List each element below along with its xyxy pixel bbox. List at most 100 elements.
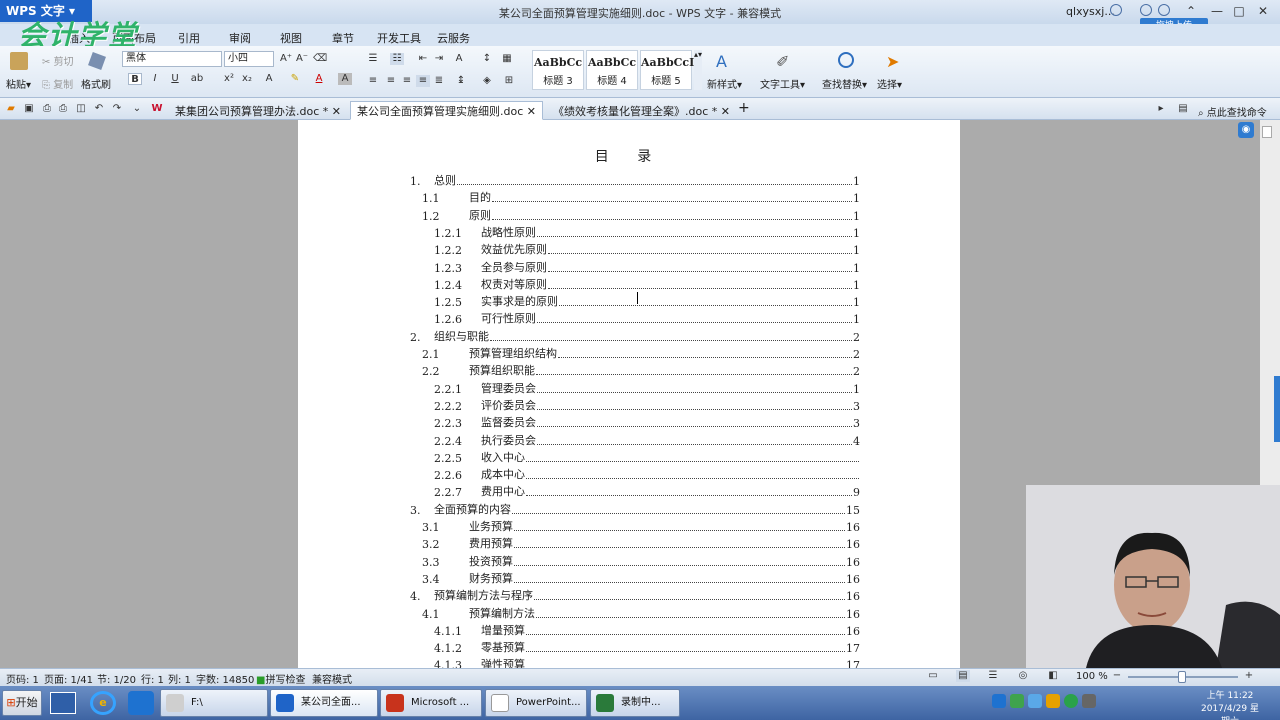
find-replace-button[interactable]: 查找替换▾ <box>822 76 867 91</box>
toc-entry[interactable]: 2.1 预算管理组织结构 2 <box>422 347 860 361</box>
status-word-count[interactable]: 字数: 14850 <box>196 671 254 686</box>
layout-icon[interactable]: ▤ <box>1176 103 1190 115</box>
toc-entry[interactable]: 2. 组织与职能 2 <box>410 330 860 344</box>
tray-shield-icon[interactable] <box>1010 694 1024 708</box>
new-style-icon[interactable]: A <box>716 52 727 71</box>
tab-doc-3[interactable]: 《绩效考核量化管理全案》.doc * ✕ <box>546 101 737 120</box>
location-pin-icon[interactable]: ◉ <box>1238 122 1254 138</box>
table-border-icon[interactable]: ▦ <box>500 53 514 65</box>
font-name-select[interactable]: 黑体 <box>122 51 222 67</box>
spell-check-toggle[interactable]: ■拼写检查 <box>256 671 305 686</box>
align-left-icon[interactable]: ≡ <box>366 75 380 87</box>
tab-doc-1[interactable]: 某集团公司预算管理办法.doc * ✕ <box>168 101 348 120</box>
close-button[interactable]: ✕ <box>1252 2 1274 20</box>
open-folder-icon[interactable]: ▰ <box>4 103 18 115</box>
start-button[interactable]: ⊞开始 <box>2 690 42 716</box>
align-center-icon[interactable]: ≡ <box>384 75 398 87</box>
redo-icon[interactable]: ↷ <box>110 103 124 115</box>
clear-format-icon[interactable]: ⌫ <box>313 53 327 65</box>
paste-button[interactable]: 粘贴▾ <box>6 76 31 91</box>
print-icon[interactable]: ⎙ <box>56 103 70 115</box>
view-full-icon[interactable]: ◧ <box>1046 670 1060 682</box>
document-page[interactable]: 目 录 1. 总则 1 1.1 目的 1 1.2 原则 1 1.2.1 战略性原则 1 1.2.2 效益优… <box>298 120 960 672</box>
toc-entry[interactable]: 1.2.1 战略性原则 1 <box>434 226 860 240</box>
toc-entry[interactable]: 2.2 预算组织职能 2 <box>422 364 860 378</box>
toc-entry[interactable]: 2.2.1 管理委员会 1 <box>434 382 860 396</box>
wps-home-icon[interactable]: W <box>150 103 164 115</box>
zoom-in-button[interactable]: + <box>1242 670 1256 682</box>
zoom-slider-thumb[interactable] <box>1178 671 1186 683</box>
toc-entry[interactable]: 1.1 目的 1 <box>422 191 860 205</box>
superscript-button[interactable]: x² <box>222 73 236 85</box>
close-tab-icon[interactable]: ✕ <box>527 105 536 118</box>
style-heading-4[interactable]: AaBbCc 标题 4 <box>586 50 638 90</box>
toc-entry[interactable]: 1.2.2 效益优先原则 1 <box>434 243 860 257</box>
undo-icon[interactable]: ↶ <box>92 103 106 115</box>
view-page-icon[interactable]: ▤ <box>956 670 970 682</box>
toc-entry[interactable]: 3.2 费用预算 16 <box>422 537 860 551</box>
format-painter-button[interactable]: 格式刷 <box>81 76 111 91</box>
distributed-icon[interactable]: ≣ <box>432 75 446 87</box>
underline-button[interactable]: U <box>168 73 182 85</box>
zoom-level[interactable]: 100 % <box>1076 671 1108 682</box>
borders-icon[interactable]: ⊞ <box>502 75 516 87</box>
sync-icon[interactable] <box>1110 4 1122 16</box>
strikethrough-button[interactable]: ab <box>190 73 204 85</box>
align-right-icon[interactable]: ≡ <box>400 75 414 87</box>
line-spacing-icon[interactable]: ↨ <box>454 75 468 87</box>
shrink-font-icon[interactable]: A⁻ <box>295 53 309 65</box>
close-tab-icon[interactable]: ✕ <box>721 105 730 118</box>
zoom-out-button[interactable]: − <box>1110 670 1124 682</box>
highlight-icon[interactable]: ✎ <box>288 73 302 85</box>
help-icon[interactable] <box>1158 4 1170 16</box>
chinese-layout-icon[interactable]: A <box>452 53 466 65</box>
tray-clock[interactable]: 上午 11:222017/4/29 星期六 <box>1200 690 1260 720</box>
toc-entry[interactable]: 2.2.2 评价委员会 3 <box>434 399 860 413</box>
decrease-indent-icon[interactable]: ⇤ <box>416 53 430 65</box>
bold-button[interactable]: B <box>128 73 142 85</box>
toc-entry[interactable]: 2.2.4 执行委员会 4 <box>434 434 860 448</box>
toc-entry[interactable]: 1.2.6 可行性原则 1 <box>434 312 860 326</box>
tray-security-icon[interactable] <box>1046 694 1060 708</box>
paste-icon[interactable] <box>10 52 28 70</box>
toc-entry[interactable]: 1.2.4 权责对等原则 1 <box>434 278 860 292</box>
text-tools-icon[interactable]: ✐ <box>776 52 789 71</box>
italic-button[interactable]: I <box>148 73 162 85</box>
cut-button[interactable]: ✂ 剪切 <box>42 53 74 68</box>
tray-status-icon[interactable] <box>1064 694 1078 708</box>
toc-entry[interactable]: 3.4 财务预算 16 <box>422 572 860 586</box>
toc-entry[interactable]: 4.1 预算编制方法 16 <box>422 607 860 621</box>
toc-entry[interactable]: 2.2.6 成本中心 <box>434 468 860 482</box>
toc-entry[interactable]: 1. 总则 1 <box>410 174 860 188</box>
text-tools-button[interactable]: 文字工具▾ <box>760 76 805 91</box>
toc-entry[interactable]: 2.2.5 收入中心 <box>434 451 860 465</box>
font-size-select[interactable]: 小四 <box>224 51 274 67</box>
toc-entry[interactable]: 2.2.3 监督委员会 3 <box>434 416 860 430</box>
select-button[interactable]: 选择▾ <box>877 76 902 91</box>
toc-entry[interactable]: 1.2.5 实事求是的原则 1 <box>434 295 860 309</box>
shading-icon[interactable]: ◈ <box>480 75 494 87</box>
customize-icon[interactable]: ⌄ <box>130 103 144 115</box>
toc-entry[interactable]: 1.2.3 全员参与原则 1 <box>434 261 860 275</box>
tray-cloud-icon[interactable] <box>1028 694 1042 708</box>
char-case-icon[interactable]: A <box>262 73 276 85</box>
view-outline-icon[interactable]: ☰ <box>986 670 1000 682</box>
toc-entry[interactable]: 4.1.2 零基预算 17 <box>434 641 860 655</box>
toc-entry[interactable]: 3.3 投资预算 16 <box>422 555 860 569</box>
bullets-icon[interactable]: ☰ <box>366 53 380 65</box>
close-tab-icon[interactable]: ✕ <box>332 105 341 118</box>
task-explorer[interactable]: F:\ <box>160 689 268 717</box>
menu-references[interactable]: 引用 <box>178 30 200 46</box>
maximize-button[interactable]: □ <box>1228 2 1250 20</box>
toc-entry[interactable]: 4. 预算编制方法与程序 16 <box>410 589 860 603</box>
menu-view[interactable]: 视图 <box>280 30 302 46</box>
menu-chapter[interactable]: 章节 <box>332 30 354 46</box>
task-powerpoint[interactable]: PowerPoint... <box>485 689 587 717</box>
user-account[interactable]: qlxysxj... <box>1066 5 1115 18</box>
styles-scroll[interactable]: ▴▾ <box>694 50 702 90</box>
toc-entry[interactable]: 1.2 原则 1 <box>422 209 860 223</box>
toc-entry[interactable]: 3.1 业务预算 16 <box>422 520 860 534</box>
tab-menu-icon[interactable]: ▸ <box>1154 103 1168 115</box>
menu-developer[interactable]: 开发工具 <box>377 30 421 46</box>
skin-icon[interactable] <box>1140 4 1152 16</box>
